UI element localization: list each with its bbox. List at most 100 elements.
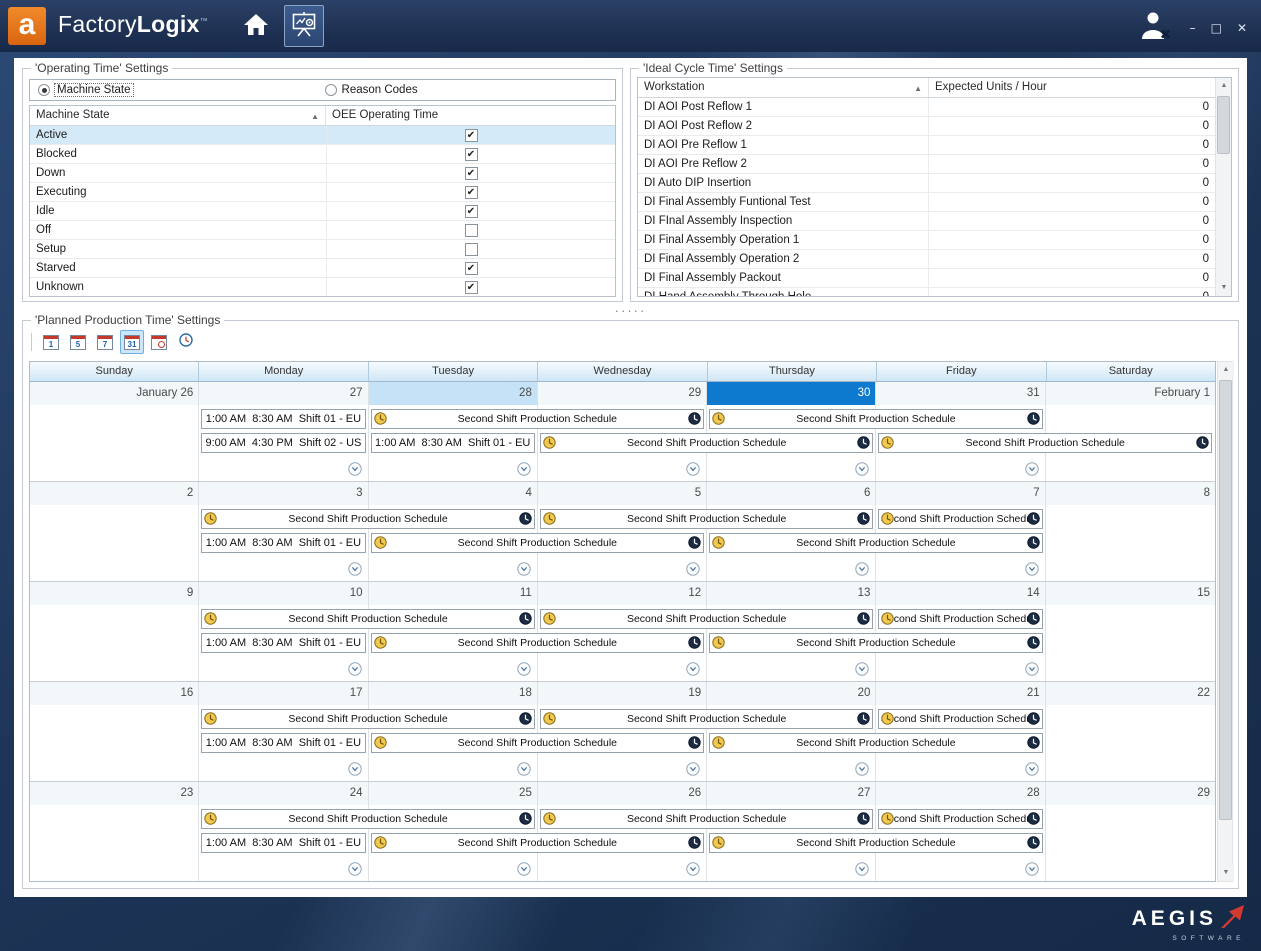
machine-state-row[interactable]: Setup [30, 240, 615, 259]
machine-state-row[interactable]: Down✔ [30, 164, 615, 183]
workstation-row[interactable]: DI Final Assembly Operation 10 [638, 231, 1231, 250]
calendar-day-cell[interactable]: 11 [369, 582, 538, 681]
machine-state-column-header[interactable]: Machine State ▲ [30, 106, 326, 125]
oee-operating-time-checkbox[interactable]: ✔ [465, 186, 478, 199]
oee-operating-time-checkbox[interactable]: ✔ [465, 148, 478, 161]
more-events-arrow[interactable] [1025, 462, 1039, 476]
calendar-day-cell[interactable]: 28 [369, 382, 538, 481]
more-events-arrow[interactable] [517, 662, 531, 676]
calendar-day-cell[interactable]: 19 [538, 682, 707, 781]
expected-units-column-header[interactable]: Expected Units / Hour [929, 78, 1231, 97]
more-events-arrow[interactable] [686, 662, 700, 676]
workstation-row[interactable]: DI AOI Pre Reflow 20 [638, 155, 1231, 174]
machine-state-radio[interactable]: Machine State [38, 84, 133, 96]
recurring-schedule-event[interactable]: Second Shift Production Schedule [201, 709, 535, 729]
more-events-arrow[interactable] [686, 562, 700, 576]
calendar-day-cell[interactable]: 13 [707, 582, 876, 681]
machine-state-row[interactable]: Executing✔ [30, 183, 615, 202]
more-events-arrow[interactable] [517, 562, 531, 576]
machine-state-row[interactable]: Blocked✔ [30, 145, 615, 164]
scrollbar-thumb[interactable] [1217, 96, 1230, 154]
recurring-schedule-event[interactable]: Second Shift Production Schedule [540, 609, 874, 629]
recurring-schedule-event[interactable]: Second Shift Production Schedule [709, 409, 1043, 429]
calendar-day-cell[interactable]: 26 [538, 782, 707, 881]
calendar-day-cell[interactable]: January 26 [30, 382, 199, 481]
calendar-day-cell[interactable]: 16 [30, 682, 199, 781]
machine-state-row[interactable]: Off [30, 221, 615, 240]
scroll-down-button[interactable]: ▼ [1216, 280, 1232, 296]
calendar-day-cell[interactable]: 2 [30, 482, 199, 581]
calendar-day-cell[interactable]: 22 [1046, 682, 1215, 781]
more-events-arrow[interactable] [1025, 562, 1039, 576]
recurring-schedule-event[interactable]: Second Shift Production Schedule [371, 633, 705, 653]
more-events-arrow[interactable] [686, 462, 700, 476]
time-scale-view-button[interactable] [174, 330, 198, 354]
more-events-arrow[interactable] [348, 462, 362, 476]
calendar-day-cell[interactable]: 14 [876, 582, 1045, 681]
recurring-schedule-event[interactable]: Second Shift Production Schedule [878, 609, 1042, 629]
shift-event[interactable]: 1:00 AM 8:30 AM Shift 01 - EU [201, 833, 365, 853]
more-events-arrow[interactable] [686, 762, 700, 776]
shift-event[interactable]: 1:00 AM 8:30 AM Shift 01 - EU [371, 433, 535, 453]
home-button[interactable] [238, 11, 274, 41]
workstation-row[interactable]: DI AOI Pre Reflow 10 [638, 136, 1231, 155]
more-events-arrow[interactable] [517, 762, 531, 776]
calendar-day-cell[interactable]: 9 [30, 582, 199, 681]
machine-state-row[interactable]: Idle✔ [30, 202, 615, 221]
recurring-schedule-event[interactable]: Second Shift Production Schedule [709, 833, 1043, 853]
workstation-row[interactable]: DI AOI Post Reflow 10 [638, 98, 1231, 117]
more-events-arrow[interactable] [1025, 862, 1039, 876]
recurring-schedule-event[interactable]: Second Shift Production Schedule [201, 809, 535, 829]
more-events-arrow[interactable] [1025, 762, 1039, 776]
recurring-schedule-event[interactable]: Second Shift Production Schedule [709, 533, 1043, 553]
calendar-day-cell[interactable]: 15 [1046, 582, 1215, 681]
oee-operating-time-checkbox[interactable]: ✔ [465, 281, 478, 294]
calendar-day-cell[interactable]: 24 [199, 782, 368, 881]
oee-operating-time-checkbox[interactable]: ✔ [465, 205, 478, 218]
calendar-day-cell[interactable]: 17 [199, 682, 368, 781]
calendar-day-cell[interactable]: 10 [199, 582, 368, 681]
calendar-day-cell[interactable]: 12 [538, 582, 707, 681]
timeline-view-button[interactable] [147, 330, 171, 354]
day-view-button[interactable]: 1 [39, 330, 63, 354]
oee-operating-time-checkbox[interactable]: ✔ [465, 167, 478, 180]
close-button[interactable]: ✕ [1237, 22, 1247, 34]
recurring-schedule-event[interactable]: Second Shift Production Schedule [709, 633, 1043, 653]
calendar-day-cell[interactable]: 20 [707, 682, 876, 781]
workstation-row[interactable]: DI Final Assembly Funtional Test0 [638, 193, 1231, 212]
recurring-schedule-event[interactable]: Second Shift Production Schedule [201, 609, 535, 629]
calendar-day-cell[interactable]: 18 [369, 682, 538, 781]
more-events-arrow[interactable] [855, 562, 869, 576]
calendar-day-cell[interactable]: 4 [369, 482, 538, 581]
calendar-day-cell[interactable]: 27 [199, 382, 368, 481]
workstation-row[interactable]: DI AOI Post Reflow 20 [638, 117, 1231, 136]
scrollbar-thumb[interactable] [1219, 380, 1232, 820]
workstation-row[interactable]: DI Final Assembly Operation 20 [638, 250, 1231, 269]
recurring-schedule-event[interactable]: Second Shift Production Schedule [371, 733, 705, 753]
recurring-schedule-event[interactable]: Second Shift Production Schedule [201, 509, 535, 529]
calendar-day-cell[interactable]: February 1 [1046, 382, 1215, 481]
recurring-schedule-event[interactable]: Second Shift Production Schedule [371, 833, 705, 853]
work-week-view-button[interactable]: 5 [66, 330, 90, 354]
calendar-day-cell[interactable]: 29 [1046, 782, 1215, 881]
workstation-row[interactable]: DI Hand Assembly Through Hole0 [638, 288, 1231, 297]
calendar-day-cell[interactable]: 30 [707, 382, 876, 481]
more-events-arrow[interactable] [348, 662, 362, 676]
more-events-arrow[interactable] [517, 862, 531, 876]
workstation-row[interactable]: DI FInal Assembly Inspection0 [638, 212, 1231, 231]
recurring-schedule-event[interactable]: Second Shift Production Schedule [540, 809, 874, 829]
scroll-up-button[interactable]: ▲ [1218, 362, 1234, 378]
calendar-day-cell[interactable]: 8 [1046, 482, 1215, 581]
calendar-day-cell[interactable]: 21 [876, 682, 1045, 781]
calendar-day-cell[interactable]: 6 [707, 482, 876, 581]
more-events-arrow[interactable] [517, 462, 531, 476]
recurring-schedule-event[interactable]: Second Shift Production Schedule [878, 433, 1212, 453]
more-events-arrow[interactable] [686, 862, 700, 876]
scroll-up-button[interactable]: ▲ [1216, 78, 1232, 94]
shift-event[interactable]: 1:00 AM 8:30 AM Shift 01 - EU [201, 533, 365, 553]
recurring-schedule-event[interactable]: Second Shift Production Schedule [709, 733, 1043, 753]
shift-event[interactable]: 1:00 AM 8:30 AM Shift 01 - EU [201, 633, 365, 653]
calendar-day-cell[interactable]: 28 [876, 782, 1045, 881]
shift-event[interactable]: 1:00 AM 8:30 AM Shift 01 - EU [201, 409, 365, 429]
oee-settings-button[interactable] [284, 5, 324, 47]
